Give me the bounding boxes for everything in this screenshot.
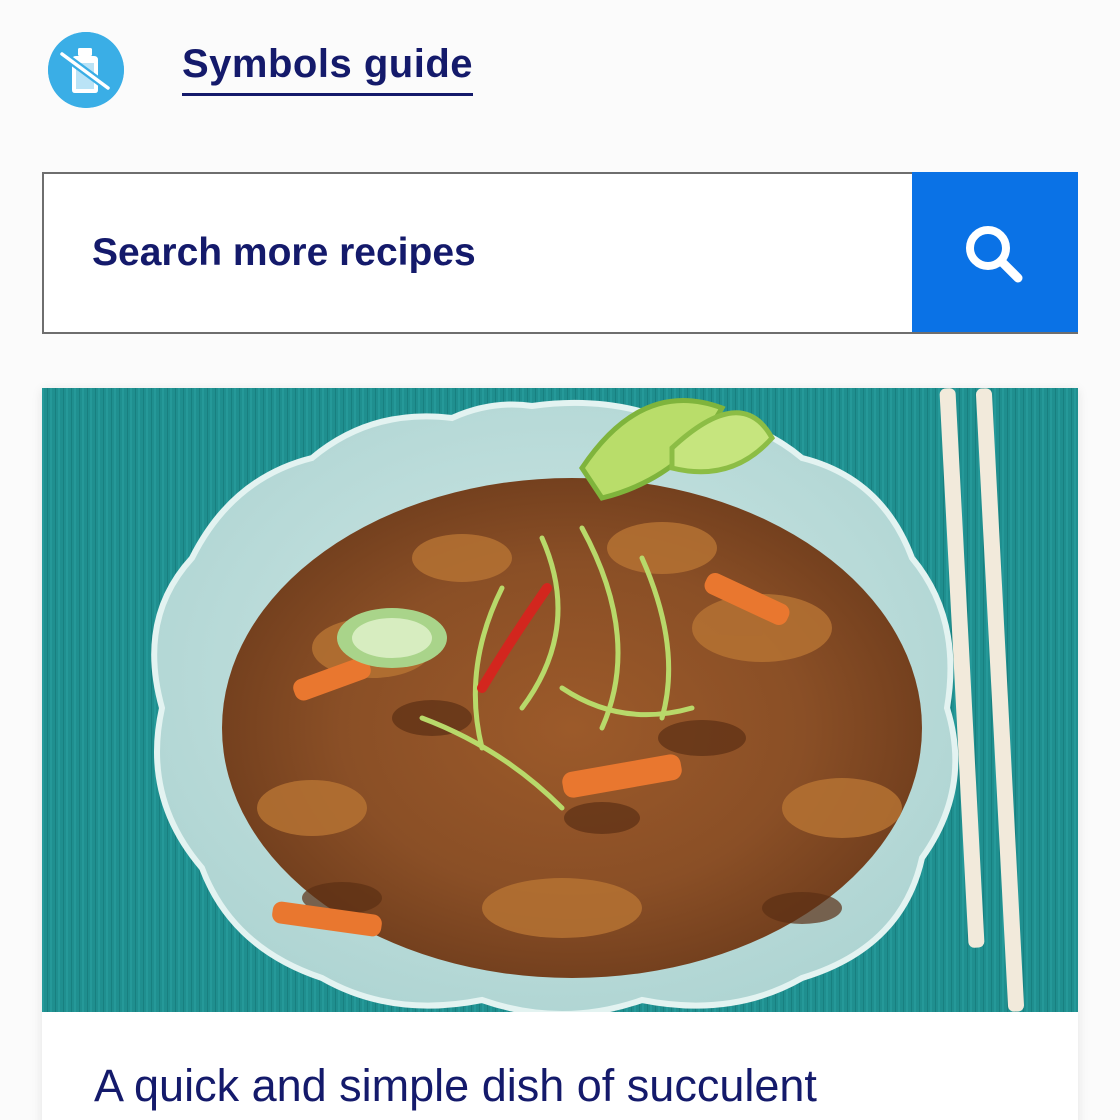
search-input[interactable]	[44, 174, 912, 332]
search-icon	[966, 226, 1023, 283]
symbols-guide-link[interactable]: Symbols guide	[182, 42, 473, 96]
search-button[interactable]	[912, 172, 1078, 332]
top-bar: Symbols guide	[0, 0, 1120, 140]
recipe-page: Symbols guide Search more recipes A quic…	[0, 0, 1120, 1120]
recipe-description[interactable]: A quick and simple dish of succulent	[94, 1058, 1054, 1114]
recipe-card[interactable]: A quick and simple dish of succulent	[42, 388, 1078, 1120]
no-alcohol-icon[interactable]	[48, 32, 124, 108]
recipe-search-bar	[42, 172, 1078, 334]
recipe-photo[interactable]	[42, 388, 1078, 1012]
